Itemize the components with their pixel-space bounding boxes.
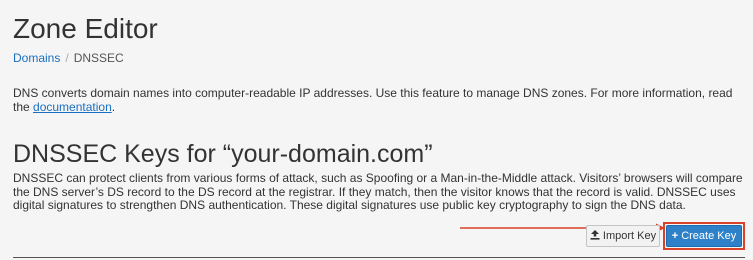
breadcrumb-current: DNSSEC	[73, 51, 124, 65]
import-key-button[interactable]: Import Key	[586, 225, 660, 247]
create-key-button[interactable]: + Create Key	[666, 225, 742, 247]
breadcrumb: Domains / DNSSEC	[13, 50, 124, 66]
intro-body: DNS converts domain names into computer-…	[13, 86, 733, 114]
documentation-link[interactable]: documentation	[33, 100, 112, 114]
intro-suffix: .	[111, 100, 116, 114]
create-key-label: Create Key	[681, 230, 737, 242]
intro-text: DNS converts domain names into computer-…	[13, 86, 743, 114]
page-title: Zone Editor	[13, 13, 158, 44]
plus-icon: +	[671, 229, 679, 242]
section-title: DNSSEC Keys for “your-domain.com”	[13, 140, 433, 168]
breadcrumb-separator: /	[65, 51, 69, 65]
section-description: DNSSEC can protect clients from various …	[13, 171, 743, 212]
import-key-label: Import Key	[602, 230, 657, 242]
section-divider	[13, 257, 745, 258]
upload-icon	[590, 229, 600, 243]
breadcrumb-domains-link[interactable]: Domains	[13, 51, 60, 65]
